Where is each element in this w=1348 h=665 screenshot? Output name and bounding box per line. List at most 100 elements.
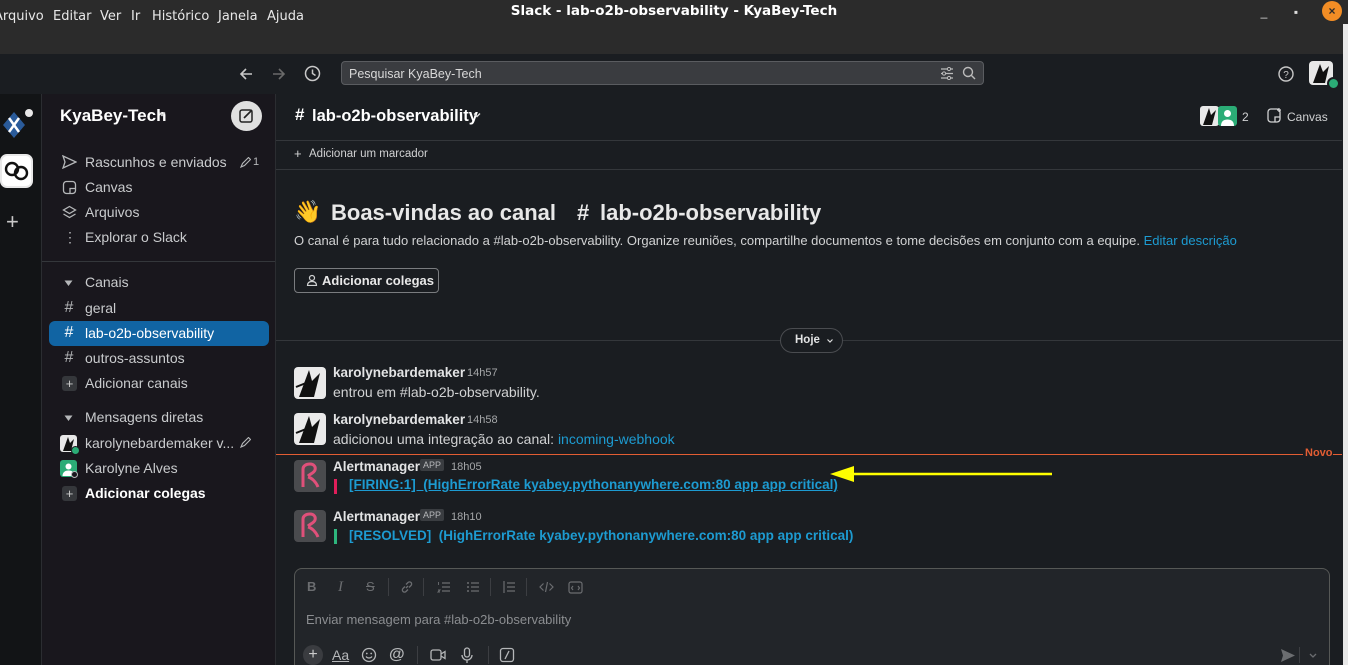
sidebar-item-explore[interactable]: Explorar o Slack — [85, 229, 187, 245]
bulleted-list-icon[interactable] — [466, 580, 480, 594]
welcome-title: Boas-vindas ao canal — [331, 200, 556, 225]
menu-ir[interactable]: Ir — [131, 9, 140, 24]
blockquote-icon[interactable] — [502, 580, 516, 594]
attach-plus-icon[interactable]: + — [303, 645, 323, 665]
slash-command-icon[interactable] — [499, 647, 515, 663]
webhook-link[interactable]: incoming-webhook — [558, 431, 675, 447]
message-author[interactable]: karolynebardemaker — [333, 412, 465, 427]
strikethrough-icon[interactable]: S — [366, 579, 375, 594]
add-workspace-icon[interactable]: + — [6, 209, 19, 235]
add-colleagues-sidebar-button[interactable]: Adicionar colegas — [85, 485, 206, 501]
microphone-icon[interactable] — [460, 647, 474, 664]
online-status-icon — [1327, 77, 1340, 90]
channels-section-header[interactable]: Canais — [85, 274, 129, 290]
sidebar-dm-karolynebardemaker[interactable]: karolynebardemaker v... — [85, 435, 234, 451]
dm-section-header[interactable]: Mensagens diretas — [85, 409, 203, 425]
message-text: adicionou uma integração ao canal: incom… — [333, 431, 675, 447]
attachment-color-bar — [334, 529, 337, 544]
message-timestamp[interactable]: 14h58 — [467, 414, 498, 426]
new-messages-divider — [276, 454, 1342, 455]
channel-title[interactable]: lab-o2b-observability — [312, 107, 478, 126]
toolbar-separator — [1299, 647, 1300, 663]
italic-icon[interactable]: I — [338, 579, 343, 596]
member-count[interactable]: 2 — [1242, 110, 1249, 124]
emoji-icon[interactable] — [361, 647, 377, 663]
message-timestamp[interactable]: 18h05 — [451, 461, 482, 473]
chevron-down-icon[interactable] — [157, 109, 167, 119]
member-avatar[interactable] — [1218, 106, 1237, 126]
canvas-icon[interactable] — [1266, 107, 1283, 124]
message-text-body: adicionou uma integração ao canal: — [333, 431, 558, 447]
member-avatar[interactable] — [1200, 106, 1219, 126]
video-icon[interactable] — [430, 648, 446, 662]
chevron-down-icon[interactable] — [472, 110, 482, 120]
workspace-kyabey-icon[interactable] — [0, 154, 33, 188]
sidebar-item-canvas[interactable]: Canvas — [85, 179, 132, 195]
menu-ajuda[interactable]: Ajuda — [267, 9, 304, 24]
canvas-button[interactable]: Canvas — [1287, 110, 1328, 124]
edit-pencil-icon[interactable] — [240, 437, 251, 448]
message-author[interactable]: karolynebardemaker — [333, 365, 465, 380]
menu-janela[interactable]: Janela — [218, 9, 258, 24]
sidebar-item-files[interactable]: Arquivos — [85, 204, 139, 220]
help-icon[interactable]: ? — [1278, 66, 1294, 82]
code-icon[interactable] — [539, 580, 554, 594]
close-button[interactable]: × — [1322, 1, 1342, 21]
add-channels-button[interactable]: Adicionar canais — [85, 375, 188, 391]
alertmanager-avatar[interactable] — [294, 460, 326, 492]
app-badge: APP — [420, 459, 445, 471]
resolved-alert-link[interactable]: [RESOLVED] (HighErrorRate kyabey.pythona… — [349, 528, 853, 543]
message-author[interactable]: Alertmanager — [333, 459, 420, 474]
schedule-chevron-icon[interactable] — [1308, 652, 1318, 660]
history-clock-icon[interactable] — [304, 65, 321, 82]
sidebar-item-drafts[interactable]: Rascunhos e enviados — [85, 154, 227, 170]
menu-arquivo[interactable]: Arquivo — [0, 9, 44, 24]
alertmanager-avatar[interactable] — [294, 510, 326, 542]
workspace-name[interactable]: KyaBey-Tech — [60, 106, 166, 126]
sidebar-channel-lab-o2b[interactable]: lab-o2b-observability — [85, 325, 214, 341]
online-status-icon — [71, 446, 80, 455]
workspace-switcher-icon[interactable] — [1, 110, 27, 140]
send-button[interactable] — [1280, 648, 1296, 663]
canvas-icon — [62, 180, 77, 195]
bookmark-divider — [276, 169, 1342, 170]
mention-icon[interactable]: @ — [389, 646, 405, 664]
pencil-icon — [240, 157, 251, 168]
avatar[interactable] — [294, 367, 326, 399]
search-placeholder: Pesquisar KyaBey-Tech — [349, 67, 482, 81]
maximize-button[interactable]: ▪ — [1288, 4, 1304, 20]
date-divider-label: Hoje — [795, 334, 820, 346]
code-block-icon[interactable] — [568, 580, 583, 594]
add-colleagues-label: Adicionar colegas — [322, 273, 434, 288]
hash-icon: # — [64, 299, 74, 316]
back-arrow-icon[interactable] — [238, 66, 254, 82]
new-messages-label: Novo — [1303, 447, 1333, 459]
formatting-toggle-icon[interactable]: Aa — [332, 647, 349, 663]
minimize-button[interactable]: _ — [1256, 4, 1272, 20]
filter-sliders-icon[interactable] — [940, 67, 954, 80]
sidebar-channel-outros[interactable]: outros-assuntos — [85, 350, 185, 366]
caret-down-icon[interactable] — [64, 280, 73, 287]
edit-description-link[interactable]: Editar descrição — [1144, 233, 1237, 248]
sidebar-channel-geral[interactable]: geral — [85, 300, 116, 316]
forward-arrow-icon[interactable] — [271, 66, 287, 82]
menu-ver[interactable]: Ver — [100, 9, 121, 24]
avatar[interactable] — [294, 413, 326, 445]
sidebar-divider — [42, 261, 275, 262]
sidebar-dm-karolyne-alves[interactable]: Karolyne Alves — [85, 460, 178, 476]
composer-input[interactable]: Enviar mensagem para #lab-o2b-observabil… — [306, 612, 571, 627]
compose-button[interactable] — [231, 101, 262, 131]
menu-editar[interactable]: Editar — [53, 9, 92, 24]
message-timestamp[interactable]: 14h57 — [467, 367, 498, 379]
menu-historico[interactable]: Histórico — [152, 9, 209, 24]
numbered-list-icon[interactable] — [437, 580, 451, 594]
message-timestamp[interactable]: 18h10 — [451, 511, 482, 523]
firing-alert-link[interactable]: [FIRING:1] (HighErrorRate kyabey.pythona… — [349, 477, 838, 492]
search-icon[interactable] — [962, 66, 976, 80]
add-bookmark-button[interactable]: Adicionar um marcador — [309, 148, 428, 160]
bold-icon[interactable]: B — [307, 579, 316, 594]
link-icon[interactable] — [400, 580, 414, 594]
annotation-arrow-icon — [828, 464, 1054, 484]
caret-down-icon[interactable] — [64, 415, 73, 422]
message-author[interactable]: Alertmanager — [333, 509, 420, 524]
